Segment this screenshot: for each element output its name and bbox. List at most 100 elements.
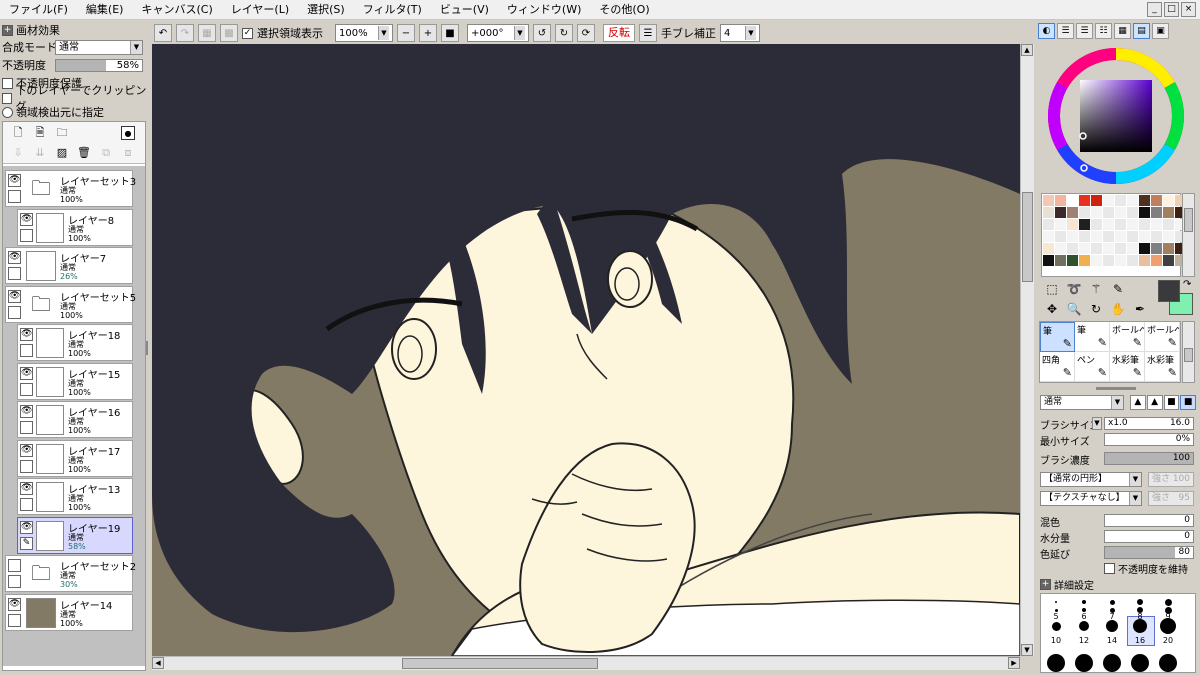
eyedropper-icon[interactable]: ✎ (1110, 281, 1126, 297)
brush-blend-select[interactable]: 通常 ▼ (1040, 395, 1124, 410)
panel-resize-handle[interactable] (1096, 387, 1136, 390)
palette-swatch[interactable] (1103, 243, 1114, 254)
palette-swatch[interactable] (1043, 255, 1054, 266)
layer-row[interactable]: 👁 レイヤー18 通常 100% (17, 324, 133, 361)
merge-down-icon[interactable]: ⇊ (33, 146, 47, 160)
brush-slot[interactable]: 水彩筆 ✎ (1110, 352, 1145, 382)
palette-swatch[interactable] (1055, 231, 1066, 242)
palette-swatch[interactable] (1151, 219, 1162, 230)
horizontal-scroll-thumb[interactable] (402, 658, 598, 669)
color-palette[interactable] (1041, 193, 1186, 277)
layer-row[interactable]: 👁 🗀 レイヤーセット3 通常 100% (5, 170, 136, 207)
palette-swatch[interactable] (1055, 243, 1066, 254)
palette-swatch[interactable] (1043, 219, 1054, 230)
color-picker-icon[interactable]: ✒ (1132, 301, 1148, 317)
brush-scroll-thumb[interactable] (1184, 348, 1193, 362)
scroll-right-icon[interactable]: ▶ (1008, 657, 1020, 669)
layer-select-checkbox[interactable] (8, 305, 21, 319)
palette-swatch[interactable] (1103, 231, 1114, 242)
edge-solid-icon[interactable]: ■ (1180, 395, 1196, 410)
palette-swatch[interactable] (1139, 219, 1150, 230)
size-dot[interactable] (1051, 621, 1061, 631)
zoom-in-icon[interactable]: + (419, 24, 437, 42)
visibility-eye-icon[interactable]: 👁 (8, 597, 21, 611)
palette-swatch[interactable] (1103, 207, 1114, 218)
size-multiplier-dropdown-icon[interactable]: ▼ (1092, 417, 1102, 430)
blend-mode-select[interactable]: 通常 ▼ (55, 40, 143, 55)
rotation-select[interactable]: +000° ▼ (467, 24, 529, 42)
brush-shape-select[interactable]: 【通常の円形】 ▼ (1040, 472, 1142, 487)
palette-swatch[interactable] (1067, 255, 1078, 266)
menu-view[interactable]: ビュー(V) (431, 0, 498, 20)
layer-row[interactable]: 👁 レイヤー7 通常 26% (5, 247, 133, 284)
palette-swatch[interactable] (1139, 243, 1150, 254)
menu-filter[interactable]: フィルタ(T) (354, 0, 431, 20)
size-dot[interactable] (1131, 654, 1149, 672)
palette-swatch[interactable] (1103, 219, 1114, 230)
min-size-slider[interactable]: 0% (1104, 433, 1194, 446)
brush-slot[interactable]: 筆 ✎ (1040, 322, 1075, 352)
size-dot[interactable] (1103, 654, 1121, 672)
palette-swatch[interactable] (1091, 219, 1102, 230)
layer-select-checkbox[interactable] (20, 421, 33, 434)
palette-swatch[interactable] (1079, 207, 1090, 218)
palette-swatch[interactable] (1139, 195, 1150, 206)
palette-swatch[interactable] (1151, 255, 1162, 266)
scroll-down-icon[interactable]: ▼ (1021, 644, 1033, 656)
palette-swatch[interactable] (1079, 243, 1090, 254)
primary-color-swatch[interactable] (1158, 280, 1180, 302)
scroll-up-icon[interactable]: ▲ (1021, 44, 1033, 56)
deselect-icon[interactable]: ▦ (198, 24, 216, 42)
size-dot[interactable] (1160, 618, 1176, 634)
palette-swatch[interactable] (1127, 255, 1138, 266)
visibility-eye-icon[interactable]: 👁 (20, 482, 33, 495)
undo-icon[interactable]: ↶ (154, 24, 172, 42)
close-button[interactable]: × (1181, 2, 1196, 17)
scratchpad-tab-icon[interactable]: ▣ (1152, 23, 1169, 39)
detail-settings-header[interactable]: + 詳細設定 (1040, 577, 1094, 592)
swatch-tab-icon[interactable]: ▦ (1114, 23, 1131, 39)
rotate-right-icon[interactable]: ↻ (555, 24, 573, 42)
new-layer-icon[interactable]: 🗋 (11, 126, 25, 140)
stabilizer-select[interactable]: 4 ▼ (720, 24, 760, 42)
layer-row[interactable]: 👁 レイヤー13 通常 100% (17, 478, 133, 515)
menu-select[interactable]: 選択(S) (298, 0, 354, 20)
layer-row[interactable]: 👁 レイヤー17 通常 100% (17, 439, 133, 477)
show-selection-checkbox[interactable]: ✓ (242, 27, 253, 39)
menu-other[interactable]: その他(O) (590, 0, 658, 20)
palette-swatch[interactable] (1115, 255, 1126, 266)
hsv-slider-tab-icon[interactable]: ☰ (1076, 23, 1093, 39)
menu-canvas[interactable]: キャンバス(C) (132, 0, 221, 20)
layer-select-checkbox[interactable] (8, 267, 21, 280)
palette-swatch[interactable] (1115, 243, 1126, 254)
layer-row[interactable]: 🗀 レイヤーセット2 通常 30% (5, 555, 136, 592)
layer-row[interactable]: 👁 レイヤー14 通常 100% (5, 593, 133, 631)
size-dot[interactable] (1055, 601, 1057, 603)
palette-swatch[interactable] (1043, 195, 1054, 206)
layer-select-checkbox[interactable] (20, 382, 33, 396)
horizontal-scrollbar[interactable]: ◀ ▶ (152, 656, 1020, 670)
palette-swatch[interactable] (1163, 255, 1174, 266)
palette-swatch[interactable] (1079, 255, 1090, 266)
palette-swatch[interactable] (1043, 207, 1054, 218)
palette-swatch[interactable] (1163, 219, 1174, 230)
palette-scroll-thumb[interactable] (1184, 208, 1193, 232)
size-dot[interactable] (1137, 599, 1143, 605)
menu-window[interactable]: ウィンドウ(W) (498, 0, 590, 20)
brush-slot[interactable]: ボールペン✎ (1110, 322, 1145, 352)
visibility-eye-icon[interactable] (8, 559, 21, 572)
visibility-eye-icon[interactable]: 👁 (20, 443, 33, 457)
brush-slot[interactable]: 四角 ✎ (1040, 352, 1075, 382)
menu-edit[interactable]: 編集(E) (77, 0, 133, 20)
layer-row[interactable]: 👁 レイヤー15 通常 100% (17, 362, 133, 400)
layer-select-checkbox[interactable] (8, 613, 21, 627)
palette-swatch[interactable] (1163, 195, 1174, 206)
edge-medium-icon[interactable]: ▲ (1146, 395, 1163, 410)
palette-swatch[interactable] (1079, 219, 1090, 230)
palette-swatch[interactable] (1091, 195, 1102, 206)
scroll-left-icon[interactable]: ◀ (152, 657, 164, 669)
palette-swatch[interactable] (1055, 219, 1066, 230)
size-dot[interactable] (1109, 599, 1115, 605)
canvas-viewport[interactable] (152, 44, 1020, 656)
layer-row[interactable]: 👁 レイヤー16 通常 100% (17, 401, 133, 438)
